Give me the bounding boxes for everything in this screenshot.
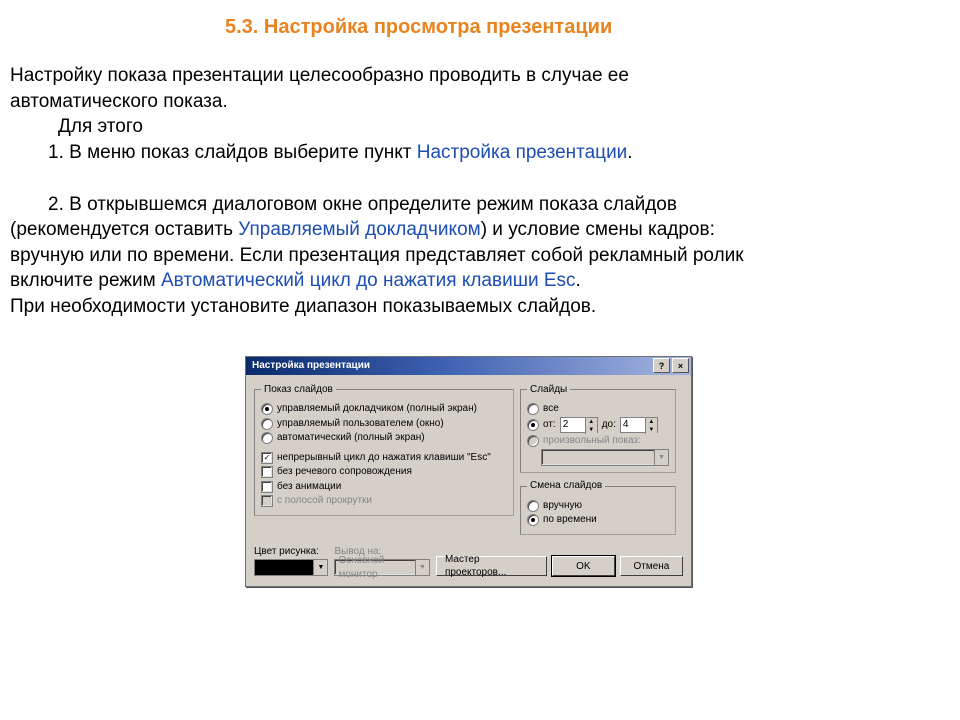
step-2-line-3: вручную или по времени. Если презентация…: [10, 243, 950, 269]
from-input[interactable]: [561, 418, 585, 432]
step-2-line-1: 2. В открывшемся диалоговом окне определ…: [10, 192, 950, 218]
radio-manual-label: вручную: [543, 499, 582, 513]
cancel-button[interactable]: Отмена: [620, 556, 683, 576]
radio-range-row[interactable]: от: ▲▼ до: ▲▼: [527, 417, 669, 433]
settings-dialog: Настройка презентации ? × Показ слайдов …: [245, 356, 692, 588]
step-1-link: Настройка презентации: [417, 142, 628, 163]
radio-presenter[interactable]: управляемый докладчиком (полный экран): [261, 402, 507, 416]
check-scrollbar: с полосой прокрутки: [261, 494, 507, 508]
to-input[interactable]: [621, 418, 645, 432]
help-button[interactable]: ?: [653, 358, 670, 373]
step-1: 1. В меню показ слайдов выберите пункт Н…: [10, 140, 950, 166]
check-noanimation-label: без анимации: [277, 480, 341, 494]
check-noanimation[interactable]: без анимации: [261, 480, 507, 494]
radio-timed[interactable]: по времени: [527, 513, 669, 527]
ok-button[interactable]: OK: [552, 556, 615, 576]
radio-custom-show: произвольный показ:: [527, 434, 669, 448]
radio-user-label: управляемый пользователем (окно): [277, 417, 444, 431]
output-value: Основной монитор: [335, 560, 414, 575]
radio-auto-label: автоматический (полный экран): [277, 431, 425, 445]
projectors-button[interactable]: Мастер проекторов...: [436, 556, 547, 576]
chevron-down-icon: ▼: [654, 450, 668, 465]
chevron-down-icon: ▼: [415, 560, 429, 575]
check-scrollbar-label: с полосой прокрутки: [277, 494, 372, 508]
intro-line-1: Настройку показа презентации целесообраз…: [10, 63, 950, 89]
to-label: до:: [602, 418, 616, 432]
radio-auto[interactable]: автоматический (полный экран): [261, 431, 507, 445]
step-2-l4a: включите режим: [10, 270, 161, 291]
intro-line-2: автоматического показа.: [10, 89, 950, 115]
custom-show-value: [542, 450, 654, 465]
check-loop-label: непрерывный цикл до нажатия клавиши "Esc…: [277, 451, 491, 465]
radio-timed-label: по времени: [543, 513, 597, 527]
group-slides: Слайды все от: ▲▼ до: ▲▼ произвольный по…: [520, 383, 676, 474]
check-loop[interactable]: ✓непрерывный цикл до нажатия клавиши "Es…: [261, 451, 507, 465]
step-2-line-2: (рекомендуется оставить Управляемый докл…: [10, 217, 950, 243]
chevron-down-icon[interactable]: ▼: [645, 426, 657, 434]
step-1-suffix: .: [627, 142, 632, 163]
color-label: Цвет рисунка:: [254, 545, 328, 559]
output-combo: Основной монитор ▼: [334, 559, 429, 576]
from-label: от:: [543, 418, 556, 432]
chevron-down-icon[interactable]: ▼: [585, 426, 597, 434]
chevron-up-icon[interactable]: ▲: [585, 418, 597, 426]
group-show-type: Показ слайдов управляемый докладчиком (п…: [254, 383, 514, 516]
check-nonarration-label: без речевого сопровождения: [277, 465, 412, 479]
step-1-prefix: 1. В меню показ слайдов выберите пункт: [48, 142, 417, 163]
color-combo[interactable]: ▼: [254, 559, 328, 576]
radio-user[interactable]: управляемый пользователем (окно): [261, 417, 507, 431]
dialog-titlebar: Настройка презентации ? ×: [246, 357, 691, 375]
step-2-l2b: ) и условие смены кадров:: [481, 219, 715, 240]
to-spinner[interactable]: ▲▼: [620, 417, 658, 433]
custom-show-combo: ▼: [541, 449, 669, 466]
radio-custom-label: произвольный показ:: [543, 434, 641, 448]
dialog-title: Настройка презентации: [252, 359, 651, 373]
group-advance-legend: Смена слайдов: [527, 479, 605, 493]
from-spinner[interactable]: ▲▼: [560, 417, 598, 433]
for-this-line: Для этого: [10, 114, 950, 140]
step-2-l4-link: Автоматический цикл до нажатия клавиши E…: [161, 270, 576, 291]
group-slides-legend: Слайды: [527, 383, 570, 397]
step-2-l4b: .: [576, 270, 581, 291]
chevron-down-icon[interactable]: ▼: [313, 560, 327, 575]
color-swatch: [255, 560, 313, 575]
group-advance: Смена слайдов вручную по времени: [520, 479, 676, 535]
step-2-line-4: включите режим Автоматический цикл до на…: [10, 268, 950, 294]
check-nonarration[interactable]: без речевого сопровождения: [261, 465, 507, 479]
step-2-l2a: (рекомендуется оставить: [10, 219, 238, 240]
group-show-legend: Показ слайдов: [261, 383, 336, 397]
radio-presenter-label: управляемый докладчиком (полный экран): [277, 402, 477, 416]
chevron-up-icon[interactable]: ▲: [645, 418, 657, 426]
radio-manual[interactable]: вручную: [527, 499, 669, 513]
section-heading: 5.3. Настройка просмотра презентации: [10, 14, 950, 41]
radio-all-label: все: [543, 402, 559, 416]
close-button[interactable]: ×: [672, 358, 689, 373]
step-2-line-5: При необходимости установите диапазон по…: [10, 294, 950, 320]
step-2-l2-link: Управляемый докладчиком: [238, 219, 480, 240]
radio-all-slides[interactable]: все: [527, 402, 669, 416]
